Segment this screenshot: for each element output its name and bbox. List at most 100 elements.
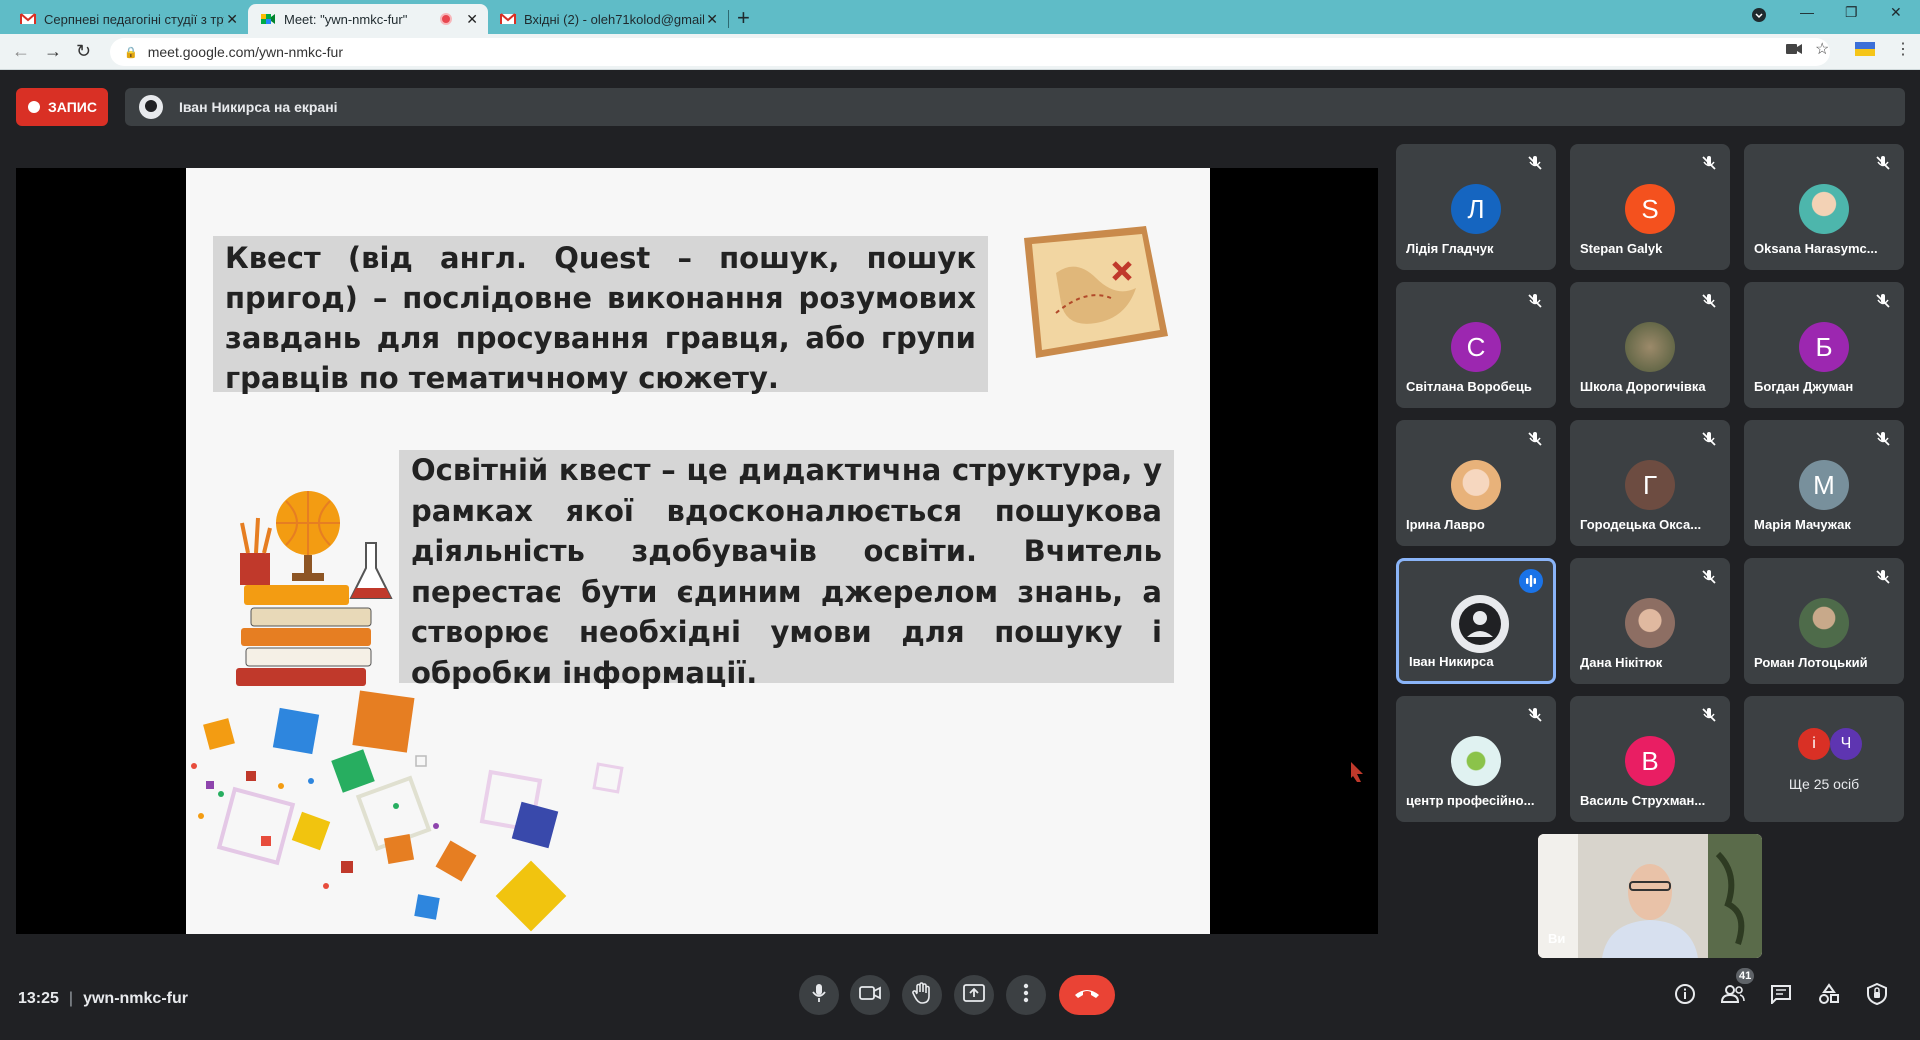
back-icon[interactable]: ←: [12, 41, 30, 62]
participant-tile-active-speaker[interactable]: Іван Никирса: [1396, 558, 1556, 684]
participant-name: центр професійно...: [1406, 793, 1535, 808]
participant-name: Іван Никирса: [1409, 654, 1494, 669]
avatar-logo: [1451, 736, 1501, 786]
tab-title: Серпневі педагогіні студії з тру...: [44, 11, 224, 27]
participant-name: Марія Мачужак: [1754, 517, 1851, 532]
reload-icon[interactable]: ↻: [76, 41, 91, 62]
participants-count-badge: 41: [1736, 968, 1755, 984]
participant-name: Oksana Harasymc...: [1754, 241, 1878, 256]
participant-tile[interactable]: Роман Лотоцький: [1744, 558, 1904, 684]
present-icon: [963, 983, 985, 1007]
browser-tab-meet[interactable]: Meet: "ywn-nmkc-fur" ✕: [248, 4, 488, 34]
tab-title: Meet: "ywn-nmkc-fur": [284, 11, 408, 27]
participant-tile[interactable]: С Світлана Воробець: [1396, 282, 1556, 408]
participant-tile[interactable]: В Василь Струхман...: [1570, 696, 1730, 822]
more-avatars: і Ч: [1798, 728, 1862, 760]
speaking-indicator-icon: [1519, 569, 1543, 593]
participants-button[interactable]: [1719, 982, 1747, 1010]
participant-name: Василь Струхман...: [1580, 793, 1706, 808]
avatar: Б: [1799, 322, 1849, 372]
participant-tile[interactable]: Дана Нікітюк: [1570, 558, 1730, 684]
presenter-banner: Іван Никирса на екрані: [125, 88, 1905, 126]
end-call-icon: [1074, 986, 1100, 1004]
mic-muted-icon: [1700, 154, 1718, 172]
participant-name: Світлана Воробець: [1406, 379, 1532, 394]
extension-icon[interactable]: [1855, 42, 1875, 61]
meeting-controls-bar: 13:25 | ywn-nmkc-fur 41: [0, 940, 1920, 1040]
participant-name: Дана Нікітюк: [1580, 655, 1663, 670]
participant-tile[interactable]: Б Богдан Джуман: [1744, 282, 1904, 408]
raise-hand-button[interactable]: [902, 975, 942, 1015]
forward-icon[interactable]: →: [44, 41, 62, 62]
minimize-icon[interactable]: —: [1800, 4, 1814, 20]
avatar: Г: [1625, 460, 1675, 510]
participant-tile[interactable]: М Марія Мачужак: [1744, 420, 1904, 546]
mic-muted-icon: [1874, 568, 1892, 586]
host-controls-button[interactable]: [1863, 982, 1891, 1010]
more-participants-tile[interactable]: і Ч Ще 25 осіб: [1744, 696, 1904, 822]
people-icon: [1720, 984, 1745, 1008]
books-and-globe-image: [236, 491, 393, 686]
mic-muted-icon: [1700, 568, 1718, 586]
tab-search-icon[interactable]: [1752, 8, 1766, 25]
camera-in-use-icon[interactable]: [1786, 42, 1802, 60]
camera-icon: [859, 985, 881, 1006]
chat-icon: [1770, 984, 1792, 1009]
avatar: S: [1625, 184, 1675, 234]
raise-hand-icon: [912, 981, 932, 1009]
address-bar[interactable]: 🔒 meet.google.com/ywn-nmkc-fur: [110, 38, 1830, 66]
close-window-icon[interactable]: ✕: [1890, 4, 1902, 21]
maximize-icon[interactable]: ❐: [1845, 4, 1858, 21]
end-call-button[interactable]: [1059, 975, 1115, 1015]
participant-tile[interactable]: Школа Дорогичівка: [1570, 282, 1730, 408]
slide-paragraph-educational-quest: Освітній квест – це дидактична структура…: [399, 450, 1174, 690]
presenter-avatar: [139, 95, 163, 119]
avatar: Л: [1451, 184, 1501, 234]
treasure-map-image: [1024, 226, 1168, 358]
present-button[interactable]: [954, 975, 994, 1015]
participant-tile[interactable]: центр професійно...: [1396, 696, 1556, 822]
close-tab-icon[interactable]: ✕: [226, 11, 238, 28]
avatar-photo: [1625, 598, 1675, 648]
participant-tile[interactable]: Г Городецька Окса...: [1570, 420, 1730, 546]
meeting-info: 13:25 | ywn-nmkc-fur: [18, 990, 188, 1008]
mic-muted-icon: [1526, 292, 1544, 310]
participant-tile[interactable]: Oksana Harasymc...: [1744, 144, 1904, 270]
bookmark-star-icon[interactable]: ☆: [1815, 39, 1829, 59]
participant-name: Stepan Galyk: [1580, 241, 1663, 256]
camera-button[interactable]: [850, 975, 890, 1015]
participant-tile[interactable]: Л Лідія Гладчук: [1396, 144, 1556, 270]
participant-tile[interactable]: Ірина Лавро: [1396, 420, 1556, 546]
browser-tab-inbox[interactable]: Вхідні (2) - oleh71kolod@gmail.c ✕: [488, 4, 728, 34]
decorative-cubes-image: [191, 690, 624, 932]
avatar-photo: [1451, 460, 1501, 510]
chat-button[interactable]: [1767, 982, 1795, 1010]
new-tab-icon[interactable]: +: [737, 5, 750, 31]
recording-indicator-icon: [440, 13, 452, 25]
close-tab-icon[interactable]: ✕: [466, 11, 478, 28]
mic-icon: [810, 983, 828, 1008]
browser-tab-studii[interactable]: Серпневі педагогіні студії з тру... ✕: [8, 4, 248, 34]
more-options-button[interactable]: [1006, 975, 1046, 1015]
browser-toolbar: ← → ↻ 🔒 meet.google.com/ywn-nmkc-fur ☆ ⋮: [0, 34, 1920, 70]
participant-name: Городецька Окса...: [1580, 517, 1702, 532]
mic-muted-icon: [1526, 706, 1544, 724]
mic-muted-icon: [1700, 706, 1718, 724]
participant-tile[interactable]: S Stepan Galyk: [1570, 144, 1730, 270]
activities-icon: [1818, 982, 1840, 1010]
participant-name: Роман Лотоцький: [1754, 655, 1868, 670]
participant-name: Богдан Джуман: [1754, 379, 1854, 394]
shared-screen: Квест (від англ. Quest – пошук, пошук пр…: [16, 168, 1378, 934]
mic-muted-icon: [1874, 154, 1892, 172]
participant-name: Школа Дорогичівка: [1580, 379, 1706, 394]
avatar: М: [1799, 460, 1849, 510]
browser-tab-strip: Серпневі педагогіні студії з тру... ✕ Me…: [0, 0, 1920, 34]
mic-button[interactable]: [799, 975, 839, 1015]
avatar-photo: [1799, 598, 1849, 648]
close-tab-icon[interactable]: ✕: [706, 11, 718, 28]
meeting-details-button[interactable]: [1671, 982, 1699, 1010]
browser-menu-icon[interactable]: ⋮: [1895, 39, 1911, 59]
recording-button[interactable]: ЗАПИС: [16, 88, 108, 126]
more-participants-label: Ще 25 осіб: [1788, 776, 1860, 792]
activities-button[interactable]: [1815, 982, 1843, 1010]
